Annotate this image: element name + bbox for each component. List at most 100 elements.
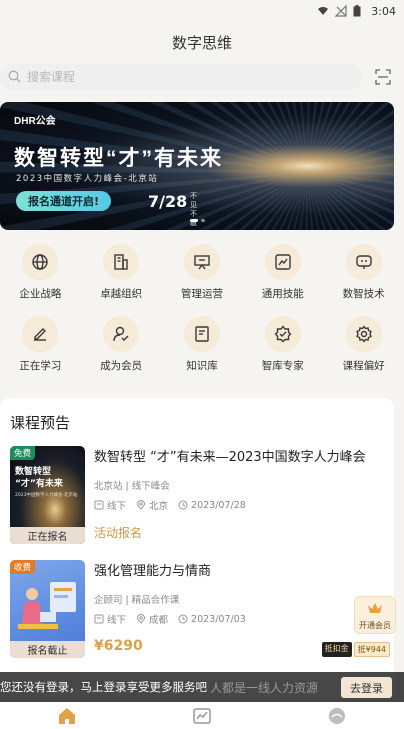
tab-trend[interactable] <box>190 705 214 727</box>
category-course-preference[interactable]: 课程偏好 <box>323 316 404 378</box>
discount-tag: 抵¥944 <box>353 642 390 657</box>
category-label: 智库专家 <box>261 360 304 372</box>
offline-icon <box>94 500 104 510</box>
banner-pagination <box>190 219 205 222</box>
background-scroll-text: 人都是一线人力资源 <box>210 680 319 695</box>
home-icon <box>59 707 76 724</box>
promo-banner[interactable]: DHR公会 数智转型“才”有未来 2023中国数字人力峰会-北京站 报名通道开启… <box>0 102 394 230</box>
search-box[interactable] <box>0 64 362 90</box>
member-icon <box>103 316 140 352</box>
banner-cta-button[interactable]: 报名通道开启! <box>16 191 112 211</box>
category-label: 通用技能 <box>261 288 304 300</box>
tab-home[interactable] <box>55 705 79 727</box>
pagination-dot <box>190 219 198 222</box>
course-location: 成都 <box>149 615 169 626</box>
edit-icon <box>22 316 59 352</box>
search-icon <box>8 68 21 87</box>
category-label: 正在学习 <box>19 360 62 372</box>
category-digital-tech[interactable]: 数智技术 <box>323 244 404 306</box>
category-become-member[interactable]: 成为会员 <box>81 316 162 378</box>
battery-icon <box>353 5 365 17</box>
course-mode: 线下 <box>107 615 127 626</box>
course-mode: 线下 <box>107 501 127 512</box>
search-input[interactable] <box>27 70 227 84</box>
course-title: 数智转型 “才”有未来—2023中国数字人力峰会 <box>94 450 366 465</box>
paid-badge: 收费 <box>10 560 36 574</box>
category-label: 课程偏好 <box>342 360 385 372</box>
go-login-button[interactable]: 去登录 <box>341 677 392 698</box>
vip-discount-tags: 抵扣金 抵¥944 <box>321 642 390 657</box>
scan-icon[interactable] <box>372 66 394 88</box>
free-badge: 免费 <box>10 446 36 460</box>
vip-crown-icon <box>368 603 382 613</box>
category-excellent-org[interactable]: 卓越组织 <box>81 244 162 306</box>
date-info: 2023/07/03 <box>178 614 246 625</box>
open-membership-button[interactable]: 开通会员 <box>354 596 396 634</box>
course-meta: 企顾司 | 精品合作课 <box>94 595 180 606</box>
location-icon <box>137 614 146 624</box>
course-card[interactable]: 数智转型 “才”有未来 2023中国数字人力峰会·北京站 免费 正在报名 数智转… <box>10 446 390 546</box>
expert-icon <box>264 316 301 352</box>
category-label: 企业战略 <box>19 288 62 300</box>
course-thumbnail: 数智转型 “才”有未来 2023中国数字人力峰会·北京站 免费 正在报名 <box>10 446 85 544</box>
location-info: 成都 <box>136 612 168 626</box>
course-info: 线下 北京 2023/07/28 <box>94 498 246 512</box>
category-label: 管理运营 <box>180 288 223 300</box>
banner-brand: DHR公会 <box>14 116 56 127</box>
pagination-dot <box>201 219 205 222</box>
category-learning-now[interactable]: 正在学习 <box>0 316 81 378</box>
building-icon <box>103 244 140 280</box>
enrollment-status: 正在报名 <box>10 527 85 544</box>
location-icon <box>137 500 146 510</box>
category-enterprise-strategy[interactable]: 企业战略 <box>0 244 81 306</box>
status-bar: 3:04 <box>0 0 404 22</box>
thumbnail-subtext: 2023中国数字人力峰会·北京站 <box>15 493 78 498</box>
banner-date: 7/28 <box>148 192 188 211</box>
location-info: 北京 <box>136 498 168 512</box>
category-knowledge-base[interactable]: 知识库 <box>162 316 243 378</box>
date-info: 2023/07/28 <box>178 500 246 511</box>
settings-icon <box>345 316 382 352</box>
course-title: 强化管理能力与情商 <box>94 564 212 579</box>
category-label: 数智技术 <box>342 288 385 300</box>
category-think-tank-experts[interactable]: 智库专家 <box>242 316 323 378</box>
mode-info: 线下 <box>94 498 126 512</box>
course-date: 2023/07/28 <box>191 499 246 511</box>
event-signup-link[interactable]: 活动报名 <box>94 524 142 541</box>
chart-icon <box>264 244 301 280</box>
section-title: 课程预告 <box>10 414 71 432</box>
login-prompt-bar: 人都是一线人力资源 您还没有登录，马上登录享受更多服务吧 去登录 <box>0 672 404 702</box>
status-time: 3:04 <box>371 4 396 18</box>
clock-icon <box>178 500 188 510</box>
category-label: 成为会员 <box>100 360 143 372</box>
category-label: 卓越组织 <box>100 288 143 300</box>
offline-icon <box>94 614 104 624</box>
course-price: ¥6290 <box>94 638 143 654</box>
banner-subline: 2023中国数字人力峰会-北京站 <box>16 174 159 184</box>
category-grid: 企业战略 卓越组织 管理运营 通用技能 数智技术 正在学习 成为会员 知识库 智… <box>0 244 404 378</box>
thumbnail-text: 数智转型 “才”有未来 <box>15 467 63 489</box>
course-date: 2023/07/03 <box>191 613 246 625</box>
page-title: 数字思维 <box>171 33 232 52</box>
banner-date-sub: 不见不散 <box>190 192 197 227</box>
robot-icon <box>345 244 382 280</box>
category-management-ops[interactable]: 管理运营 <box>162 244 243 306</box>
vip-label: 开通会员 <box>359 621 391 630</box>
course-info: 线下 成都 2023/07/03 <box>94 612 246 626</box>
category-general-skills[interactable]: 通用技能 <box>242 244 323 306</box>
book-icon <box>183 316 220 352</box>
no-signal-icon <box>334 4 347 17</box>
bottom-tab-bar <box>0 702 404 729</box>
globe-icon <box>22 244 59 280</box>
search-row <box>0 62 404 92</box>
course-meta: 北京站 | 线下峰会 <box>94 481 170 492</box>
trend-icon <box>193 707 211 724</box>
category-label: 知识库 <box>186 360 218 372</box>
course-thumbnail: 收费 报名截止 <box>10 560 85 658</box>
login-prompt-text: 您还没有登录，马上登录享受更多服务吧 <box>0 680 207 694</box>
profile-icon <box>328 707 345 724</box>
deduction-tag: 抵扣金 <box>321 642 352 657</box>
tab-profile[interactable] <box>325 705 349 727</box>
banner-headline: 数智转型“才”有未来 <box>14 147 223 170</box>
presentation-icon <box>183 244 220 280</box>
